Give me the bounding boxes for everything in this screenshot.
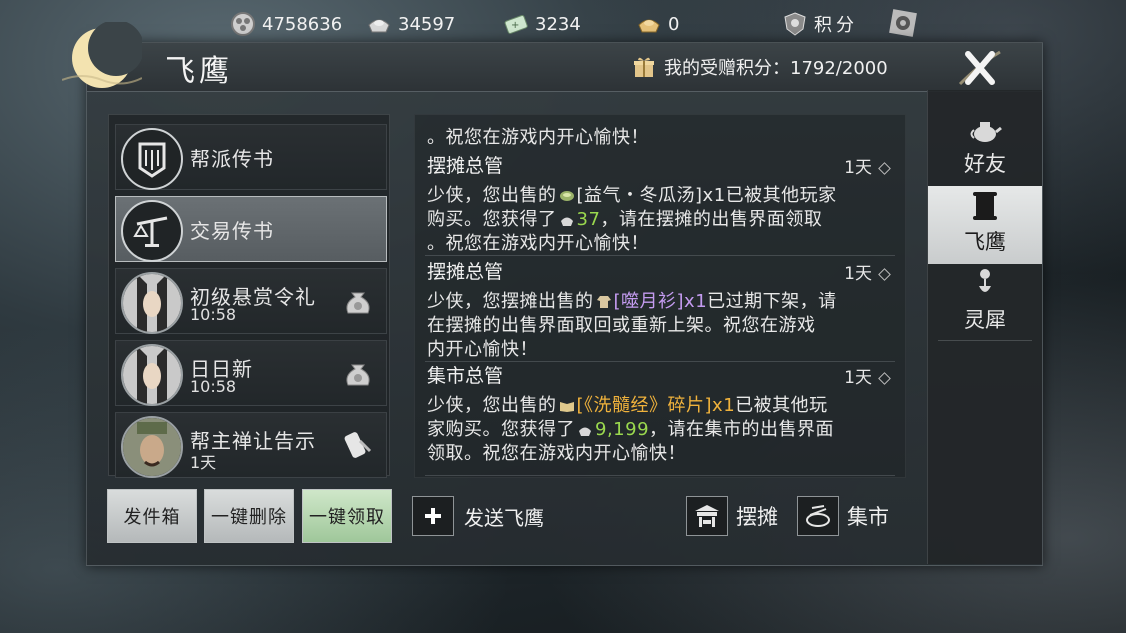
message-sender: 集市总管 <box>427 365 504 387</box>
coin-icon <box>231 12 255 36</box>
svg-text:+: + <box>511 20 519 31</box>
panel-title: 飞鹰 <box>165 54 233 89</box>
list-item-time: 10:58 <box>190 377 237 396</box>
message-age: 1天 <box>844 259 891 284</box>
diamond-icon <box>878 267 891 281</box>
tab-label: 飞鹰 <box>964 230 1006 254</box>
diamond-icon <box>878 161 891 175</box>
book-fragment-icon <box>559 402 574 412</box>
plus-icon <box>412 496 454 536</box>
points-label: 积分 <box>814 15 858 36</box>
silver-ingot-icon <box>368 19 390 33</box>
diamond-icon <box>878 371 891 385</box>
message-text: 。祝您在游戏内开心愉快！ <box>427 233 649 254</box>
silver-ingot-icon <box>560 217 573 226</box>
message-text: 购买。您获得了 37，请在摆摊的出售界面领取 <box>427 209 823 230</box>
message-divider <box>425 475 895 476</box>
moon-emblem-icon <box>62 22 142 88</box>
stall-icon <box>686 496 728 536</box>
send-eagle-button[interactable]: 发送飞鹰 <box>412 496 544 536</box>
side-tab-bar: 好友 飞鹰 灵犀 <box>927 90 1042 564</box>
stall-label: 摆摊 <box>736 505 778 529</box>
npc-portrait-avatar <box>121 344 183 406</box>
tickets-resource: + 3234 <box>503 10 581 38</box>
scroll-icon <box>973 192 997 220</box>
points-button[interactable]: 积分 <box>782 10 858 38</box>
list-item-time: 1天 <box>190 453 217 472</box>
message-text: 。祝您在游戏内开心愉快！ <box>427 127 649 148</box>
tab-eagle-mail[interactable]: 飞鹰 <box>928 186 1042 264</box>
coins-resource: 4758636 <box>230 10 342 38</box>
send-eagle-label: 发送飞鹰 <box>464 505 544 530</box>
list-item-label: 交易传书 <box>190 219 274 243</box>
gift-icon <box>634 57 654 77</box>
message-divider <box>425 255 895 256</box>
message-text: 家购买。您获得了 9,199，请在集市的出售界面 <box>427 419 835 440</box>
silver-ingot-icon <box>579 427 591 436</box>
silver-value: 34597 <box>398 13 456 35</box>
money-bag-icon <box>346 364 370 386</box>
market-button[interactable]: 集市 <box>797 496 889 536</box>
claim-all-button[interactable]: 一键领取 <box>302 489 392 543</box>
message-sender: 摆摊总管 <box>427 261 504 283</box>
message-text: 领取。祝您在游戏内开心愉快！ <box>427 443 686 464</box>
gift-points-text: 我的受赠积分：1792/2000 <box>664 58 888 79</box>
coins-value: 4758636 <box>262 13 343 35</box>
robe-icon <box>596 296 611 308</box>
npc-portrait-avatar <box>121 416 183 478</box>
tab-friends[interactable]: 好友 <box>928 108 1042 186</box>
gold-ingot-icon <box>638 19 660 33</box>
tickets-value: 3234 <box>535 13 581 35</box>
message-text: 少侠，您出售的 [益气・冬瓜汤]x1已被其他玩家 <box>427 185 837 206</box>
stall-button[interactable]: 摆摊 <box>686 496 778 536</box>
ingots-value: 0 <box>668 13 680 35</box>
outbox-button[interactable]: 发件箱 <box>107 489 197 543</box>
scale-icon <box>121 200 183 262</box>
market-icon <box>797 496 839 536</box>
rhino-charm-icon <box>979 269 991 292</box>
tab-label: 灵犀 <box>964 308 1006 332</box>
tab-divider <box>938 340 1032 341</box>
soup-bowl-icon <box>559 191 574 201</box>
teapot-icon <box>970 122 1002 142</box>
list-item-time: 10:58 <box>190 305 237 324</box>
list-item-bounty-gift[interactable]: 初级悬赏令礼 10:58 <box>115 268 387 334</box>
npc-portrait-avatar <box>121 272 183 334</box>
scroll-icon <box>344 432 372 458</box>
silver-resource: 34597 <box>366 10 455 38</box>
tab-lingxi[interactable]: 灵犀 <box>928 264 1042 342</box>
money-bag-icon <box>346 292 370 314</box>
list-item-daily-news[interactable]: 日日新 10:58 <box>115 340 387 406</box>
message-age: 1天 <box>844 363 891 388</box>
message-list[interactable]: 。祝您在游戏内开心愉快！ 摆摊总管 1天 少侠，您出售的 [益气・冬瓜汤]x1已被… <box>414 114 906 478</box>
list-item-gang-mail[interactable]: 帮派传书 <box>115 124 387 190</box>
message-sender: 摆摊总管 <box>427 155 504 177</box>
tab-label: 好友 <box>964 152 1006 176</box>
message-text: 内开心愉快！ <box>427 339 538 360</box>
close-icon[interactable] <box>952 44 1008 92</box>
points-shield-icon <box>784 12 806 36</box>
message-text: 少侠，您摆摊出售的 [噬月衫]x1已过期下架，请 <box>427 291 837 312</box>
list-item-trade-mail[interactable]: 交易传书 <box>115 196 387 262</box>
top-resource-bar: 4758636 34597 + 3234 0 积分 <box>0 0 1126 48</box>
mail-category-list: 帮派传书 交易传书 初级悬赏令礼 10:58 日日新 10:58 帮主禅让告示 … <box>108 114 390 478</box>
gang-banner-icon <box>121 128 183 190</box>
market-label: 集市 <box>847 505 889 529</box>
message-age: 1天 <box>844 153 891 178</box>
delete-all-button[interactable]: 一键删除 <box>204 489 294 543</box>
ingots-resource: 0 <box>636 10 679 38</box>
gift-points: 我的受赠积分：1792/2000 <box>632 54 888 80</box>
ticket-icon: + <box>504 15 528 34</box>
list-item-leader-notice[interactable]: 帮主禅让告示 1天 <box>115 412 387 478</box>
message-text: 少侠，您出售的 [《洗髓经》碎片]x1已被其他玩 <box>427 395 828 416</box>
settings-seal-icon[interactable] <box>888 8 918 38</box>
message-text: 在摆摊的出售界面取回或重新上架。祝您在游戏 <box>427 315 816 336</box>
list-item-label: 帮派传书 <box>190 147 274 171</box>
